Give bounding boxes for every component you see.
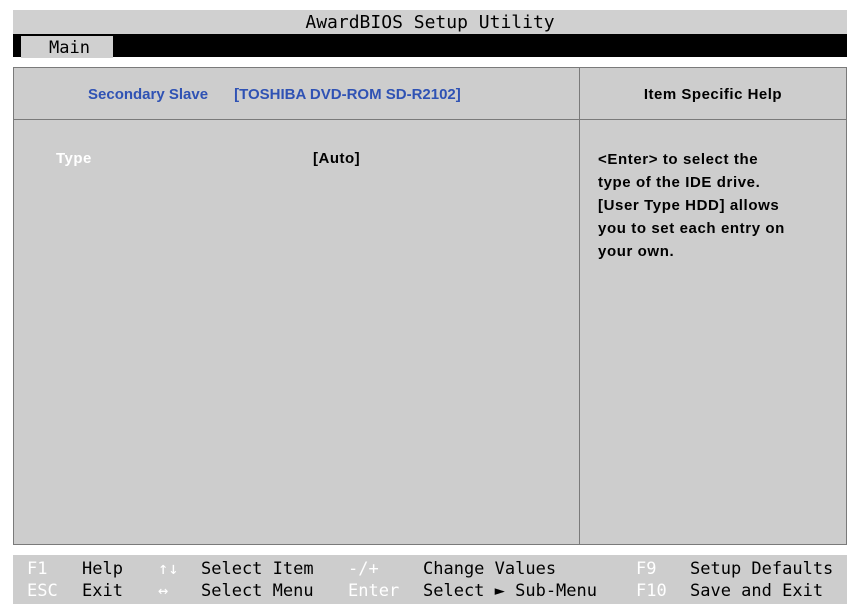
- key-esc: ESC: [27, 581, 58, 601]
- key-f1-label: Help: [82, 559, 123, 579]
- app-title: AwardBIOS Setup Utility: [305, 12, 555, 33]
- key-legend-row: ESC Exit ↔ Select Menu Enter Select ► Su…: [13, 581, 847, 604]
- key-plusminus: -/+: [348, 559, 379, 579]
- key-updown-label: Select Item: [201, 559, 314, 579]
- help-line: your own.: [598, 243, 675, 260]
- help-line: you to set each entry on: [598, 220, 785, 237]
- help-line: type of the IDE drive.: [598, 174, 761, 191]
- tab-main[interactable]: Main: [21, 36, 113, 58]
- help-text: <Enter> to select the type of the IDE dr…: [598, 148, 847, 263]
- panel-header: Secondary Slave [TOSHIBA DVD-ROM SD-R210…: [14, 68, 846, 120]
- title-bar: AwardBIOS Setup Utility: [13, 10, 847, 34]
- help-line: <Enter> to select the: [598, 151, 759, 168]
- key-f1: F1: [27, 559, 48, 579]
- key-legend: F1 Help ↑↓ Select Item -/+ Change Values…: [13, 555, 847, 604]
- key-f10-label: Save and Exit: [690, 581, 824, 601]
- key-updown: ↑↓: [158, 559, 179, 579]
- key-leftright-label: Select Menu: [201, 581, 314, 601]
- setting-label: Type: [56, 150, 92, 167]
- key-esc-label: Exit: [82, 581, 123, 601]
- key-leftright: ↔: [158, 581, 169, 601]
- help-title: Item Specific Help: [579, 68, 846, 120]
- setting-row-type[interactable]: Type [Auto]: [56, 150, 536, 170]
- key-enter: Enter: [348, 581, 400, 601]
- column-divider: [579, 120, 580, 544]
- setting-value[interactable]: [Auto]: [313, 150, 360, 167]
- key-plusminus-label: Change Values: [423, 559, 557, 579]
- menu-bar: Main: [13, 34, 847, 58]
- device-value: [TOSHIBA DVD-ROM SD-R2102]: [234, 85, 461, 103]
- device-label: Secondary Slave: [88, 85, 209, 103]
- key-f9: F9: [636, 559, 657, 579]
- device-header: Secondary Slave [TOSHIBA DVD-ROM SD-R210…: [14, 68, 579, 120]
- main-panel: Secondary Slave [TOSHIBA DVD-ROM SD-R210…: [13, 67, 847, 545]
- key-legend-row: F1 Help ↑↓ Select Item -/+ Change Values…: [13, 559, 847, 583]
- key-f10: F10: [636, 581, 667, 601]
- key-enter-label: Select ► Sub-Menu: [423, 581, 597, 601]
- key-f9-label: Setup Defaults: [690, 559, 834, 579]
- help-line: [User Type HDD] allows: [598, 197, 780, 214]
